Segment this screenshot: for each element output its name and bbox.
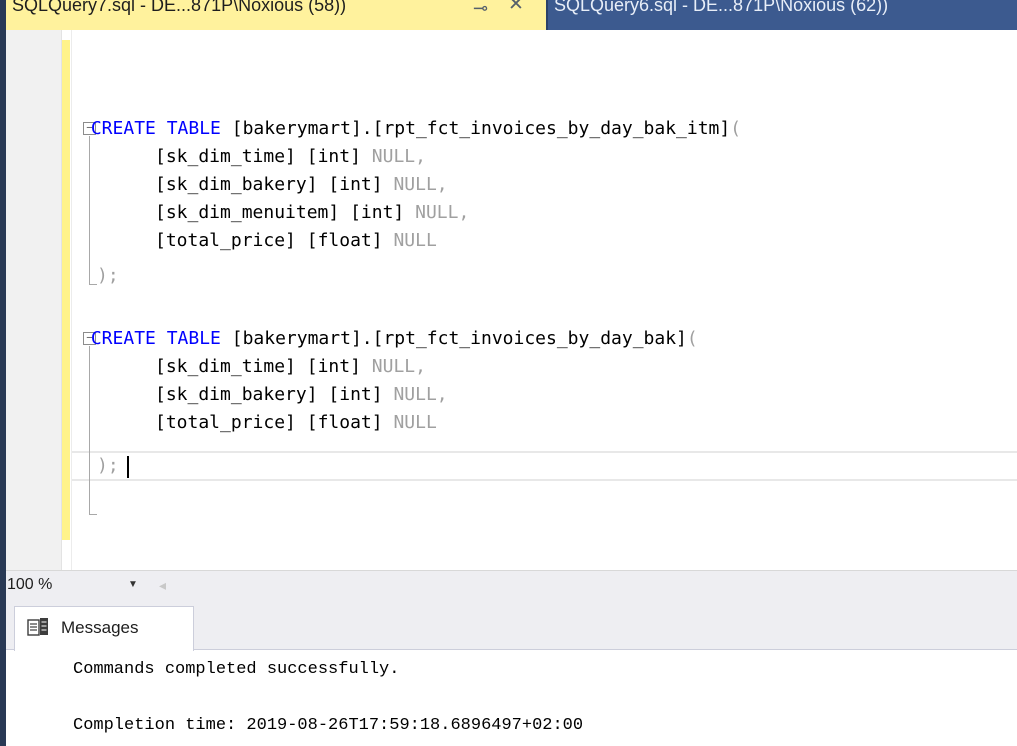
- open-paren: (: [686, 328, 698, 349]
- code-line[interactable]: [sk_dim_menuitem] [int] NULL,: [155, 199, 469, 227]
- code-line[interactable]: [sk_dim_time] [int] NULL,: [155, 353, 426, 381]
- column-sep: ,: [436, 384, 448, 405]
- code-line[interactable]: CREATE TABLE [bakerymart].[rpt_fct_invoi…: [80, 115, 741, 143]
- sql-keyword: CREATE TABLE: [90, 118, 221, 139]
- pin-icon[interactable]: ⊸: [473, 0, 488, 19]
- column-sep: ,: [415, 146, 426, 167]
- editor-statusbar: 100 % ▼ ◂: [6, 570, 1017, 598]
- messages-tab-label: Messages: [61, 618, 139, 637]
- column-null: NULL: [393, 412, 437, 433]
- current-line-highlight: [72, 451, 1017, 481]
- close-icon[interactable]: ✕: [508, 0, 524, 16]
- tab-label: SQLQuery7.sql - DE...871P\Noxious (58)): [12, 0, 347, 15]
- column-name: [sk_dim_bakery]: [155, 384, 318, 405]
- change-tracking-bar: [62, 40, 70, 540]
- column-type: [int]: [306, 146, 361, 167]
- query-editor[interactable]: [6, 30, 1017, 570]
- code-line[interactable]: );: [97, 452, 119, 480]
- column-name: [sk_dim_time]: [155, 146, 296, 167]
- column-null: NULL: [415, 202, 459, 223]
- zoom-level[interactable]: 100 %: [6, 571, 76, 599]
- code-line[interactable]: [sk_dim_bakery] [int] NULL,: [155, 381, 448, 409]
- code-line[interactable]: );: [97, 262, 119, 290]
- column-type: [float]: [306, 230, 383, 251]
- tab-messages[interactable]: Messages: [14, 606, 194, 651]
- column-type: [float]: [306, 412, 383, 433]
- column-sep: ,: [436, 174, 448, 195]
- editor-gutter: [6, 30, 62, 570]
- message-line: Commands completed successfully.: [73, 660, 400, 679]
- text-caret: [127, 456, 129, 478]
- table-name: [bakerymart].[rpt_fct_invoices_by_day_ba…: [231, 328, 687, 349]
- column-null: NULL: [393, 174, 437, 195]
- table-name: [bakerymart].[rpt_fct_invoices_by_day_ba…: [231, 118, 731, 139]
- column-null: NULL: [393, 384, 437, 405]
- outline-bracket: [89, 136, 90, 284]
- tab-sqlquery6[interactable]: SQLQuery6.sql - DE...871P\Noxious (62)): [548, 0, 1017, 30]
- scroll-left-icon[interactable]: ◂: [159, 575, 166, 595]
- zoom-dropdown-icon[interactable]: ▼: [128, 574, 138, 596]
- outline-bracket-end: [89, 284, 97, 285]
- sql-keyword: CREATE TABLE: [90, 328, 221, 349]
- outline-margin: [71, 30, 72, 570]
- messages-icon: [27, 618, 48, 636]
- column-name: [total_price]: [155, 230, 296, 251]
- code-line[interactable]: [sk_dim_time] [int] NULL,: [155, 143, 426, 171]
- code-line[interactable]: [total_price] [float] NULL: [155, 409, 437, 437]
- open-paren: (: [730, 118, 742, 139]
- tab-sqlquery7[interactable]: SQLQuery7.sql - DE...871P\Noxious (58)) …: [6, 0, 546, 30]
- outline-bracket-end: [89, 514, 97, 515]
- column-sep: ,: [458, 202, 470, 223]
- message-line: Completion time: 2019-08-26T17:59:18.689…: [73, 716, 584, 735]
- code-line[interactable]: [total_price] [float] NULL: [155, 227, 437, 255]
- column-name: [sk_dim_time]: [155, 356, 296, 377]
- column-name: [sk_dim_bakery]: [155, 174, 318, 195]
- column-name: [total_price]: [155, 412, 296, 433]
- column-null: NULL: [393, 230, 437, 251]
- code-line[interactable]: [sk_dim_bakery] [int] NULL,: [155, 171, 448, 199]
- tab-label: SQLQuery6.sql - DE...871P\Noxious (62)): [554, 0, 889, 15]
- column-type: [int]: [328, 174, 383, 195]
- column-name: [sk_dim_menuitem]: [155, 202, 340, 223]
- column-null: NULL: [371, 146, 416, 167]
- code-line[interactable]: CREATE TABLE [bakerymart].[rpt_fct_invoi…: [80, 325, 698, 353]
- column-type: [int]: [350, 202, 405, 223]
- column-null: NULL: [371, 356, 416, 377]
- column-type: [int]: [328, 384, 383, 405]
- column-type: [int]: [306, 356, 361, 377]
- outline-bracket: [89, 346, 90, 514]
- column-sep: ,: [415, 356, 426, 377]
